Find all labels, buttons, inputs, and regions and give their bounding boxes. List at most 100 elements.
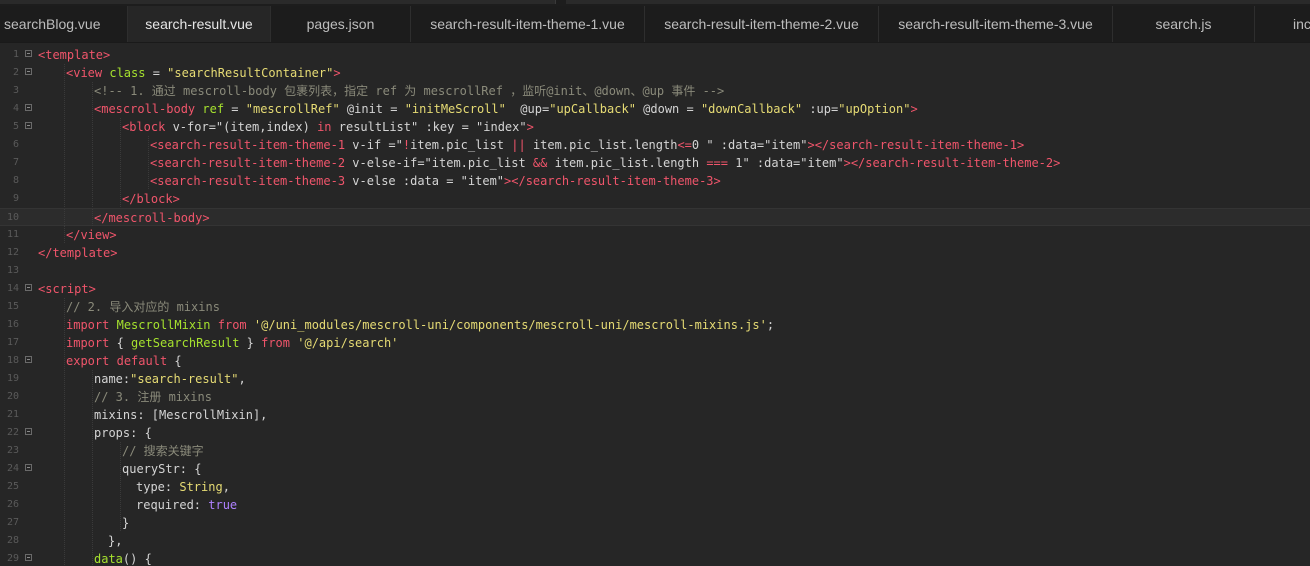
tab-inc[interactable]: inc (1255, 6, 1310, 42)
indent-guide (92, 550, 93, 566)
code-line[interactable]: 2 <view class = "searchResultContainer"> (0, 64, 1310, 82)
code-line[interactable]: 27} (0, 514, 1310, 532)
tab-search-result-vue[interactable]: search-result.vue (128, 6, 271, 42)
code-line[interactable]: 6 <search-result-item-theme-1 v-if ="!ite… (0, 136, 1310, 154)
code-line[interactable]: 7 <search-result-item-theme-2 v-else-if="… (0, 154, 1310, 172)
code-token: <search-result-item-theme-3 (150, 174, 353, 188)
tab-pages-json[interactable]: pages.json (271, 6, 411, 42)
code-line[interactable]: 10 </mescroll-body> (0, 208, 1310, 227)
code-text: </block> (122, 190, 180, 208)
code-token: name: (94, 372, 131, 386)
code-token: data (94, 552, 123, 566)
code-token: <script> (38, 282, 96, 296)
fold-toggle-icon[interactable] (25, 284, 32, 291)
code-token: > (910, 102, 918, 116)
indent-guide (92, 370, 93, 388)
line-number: 9 (12, 193, 19, 204)
line-number: 28 (6, 535, 19, 546)
code-token: ></search-result-item-theme-3> (504, 174, 721, 188)
tab-search-result-item-theme-2-vue[interactable]: search-result-item-theme-2.vue (645, 6, 879, 42)
code-line[interactable]: 26 required: true (0, 496, 1310, 514)
code-token: && (532, 156, 548, 170)
indent-guide (92, 424, 93, 442)
code-line[interactable]: 5 <block v-for="(item,index) in resultLis… (0, 118, 1310, 136)
code-token: '@/api/search' (297, 336, 399, 350)
fold-toggle-icon[interactable] (25, 104, 32, 111)
fold-toggle-icon[interactable] (25, 50, 32, 57)
fold-toggle-icon[interactable] (25, 464, 32, 471)
indent-guide (64, 64, 65, 82)
code-line[interactable]: 21 mixins: [MescrollMixin], (0, 406, 1310, 424)
code-token: <view (66, 66, 110, 80)
indent-guide (64, 424, 65, 442)
code-line[interactable]: 16 import MescrollMixin from '@/uni_modul… (0, 316, 1310, 334)
line-number: 24 (6, 463, 19, 474)
tab-search-result-item-theme-1-vue[interactable]: search-result-item-theme-1.vue (411, 6, 645, 42)
code-token: <search-result-item-theme-2 (150, 156, 353, 170)
fold-toggle-icon[interactable] (25, 554, 32, 561)
line-number: 4 (12, 103, 19, 114)
indent-guide (64, 154, 65, 172)
code-line[interactable]: 22 props: { (0, 424, 1310, 442)
line-number: 17 (6, 337, 19, 348)
code-line[interactable]: 20 // 3. 注册 mixins (0, 388, 1310, 406)
code-text: name:"search-result", (94, 370, 246, 388)
code-text: required: true (136, 496, 237, 514)
code-line[interactable]: 13 (0, 262, 1310, 280)
line-number: 3 (12, 85, 19, 96)
line-number: 8 (12, 175, 19, 186)
code-line[interactable]: 14 <script> (0, 280, 1310, 298)
fold-toggle-icon[interactable] (25, 68, 32, 75)
code-line[interactable]: 25 type: String, (0, 478, 1310, 496)
code-line[interactable]: 28}, (0, 532, 1310, 550)
code-token: }, (108, 534, 123, 548)
code-line[interactable]: 24 queryStr: { (0, 460, 1310, 478)
code-line[interactable]: 11 </view> (0, 226, 1310, 244)
indent-guide (64, 209, 65, 227)
code-line[interactable]: 12 </template> (0, 244, 1310, 262)
tab-search-result-item-theme-3-vue[interactable]: search-result-item-theme-3.vue (879, 6, 1113, 42)
fold-toggle-icon[interactable] (25, 428, 32, 435)
code-line[interactable]: 4 <mescroll-body ref = "mescrollRef" @ini… (0, 100, 1310, 118)
code-line[interactable]: 8 <search-result-item-theme-3 v-else :dat… (0, 172, 1310, 190)
code-text: </template> (38, 244, 117, 262)
code-line[interactable]: 18 export default { (0, 352, 1310, 370)
code-text: <!-- 1. 通过 mescroll-body 包裹列表，指定 ref 为 m… (94, 82, 724, 100)
code-line[interactable]: 9 </block> (0, 190, 1310, 208)
code-token: } (122, 516, 130, 530)
indent-guide (120, 478, 121, 496)
indent-guide (120, 460, 121, 478)
indent-guide (148, 172, 149, 190)
fold-toggle-icon[interactable] (25, 356, 32, 363)
tab-search-js[interactable]: search.js (1113, 6, 1255, 42)
code-line[interactable]: 3 <!-- 1. 通过 mescroll-body 包裹列表，指定 ref 为 … (0, 82, 1310, 100)
code-text: <mescroll-body ref = "mescrollRef" @init… (94, 100, 918, 118)
indent-guide (92, 496, 93, 514)
tab-searchblog-vue[interactable]: searchBlog.vue (0, 6, 128, 42)
indent-guide (92, 118, 93, 136)
code-token: from (217, 318, 247, 332)
indent-guide (92, 209, 93, 227)
code-token: = (224, 102, 246, 116)
fold-toggle-icon[interactable] (25, 122, 32, 129)
code-editor[interactable]: 1 <template> 2 <view class = "searchResultC… (0, 43, 1310, 566)
code-line[interactable]: 15 // 2. 导入对应的 mixins (0, 298, 1310, 316)
line-number: 16 (6, 319, 19, 330)
line-number: 2 (12, 67, 19, 78)
code-line[interactable]: 19 name:"search-result", (0, 370, 1310, 388)
code-line[interactable]: 23 // 搜索关键字 (0, 442, 1310, 460)
indent-guide (64, 172, 65, 190)
code-token: <block (122, 120, 173, 134)
indent-guide (64, 226, 65, 244)
code-token: <mescroll-body (94, 102, 203, 116)
code-line[interactable]: 17 import { getSearchResult } from '@/api… (0, 334, 1310, 352)
code-token: v-else-if="item.pic_list (352, 156, 533, 170)
code-line[interactable]: 1 <template> (0, 46, 1310, 64)
code-line[interactable]: 29 data() { (0, 550, 1310, 566)
code-token: <= (677, 138, 692, 152)
code-token: resultList" :key = "index" (331, 120, 527, 134)
code-token: @up= (505, 102, 550, 116)
code-token: import (66, 336, 110, 350)
code-token: required: (136, 498, 209, 512)
title-strip-left (0, 0, 556, 4)
